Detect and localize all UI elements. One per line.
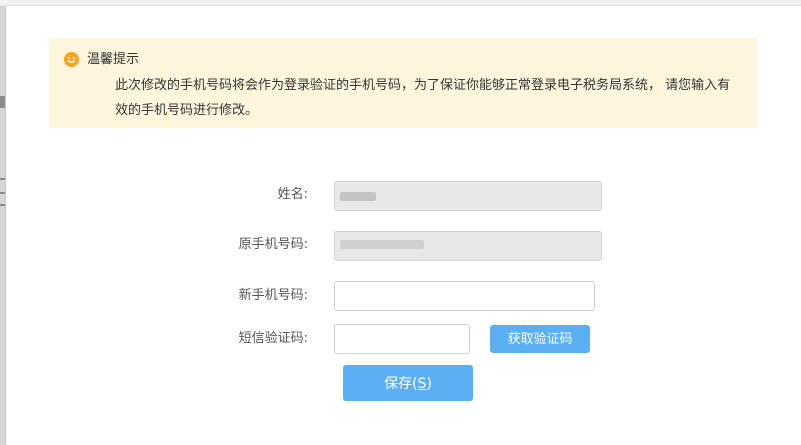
smile-face-icon	[64, 52, 79, 67]
save-button[interactable]: 保存(S)	[343, 365, 473, 401]
redacted-name	[340, 192, 376, 201]
sms-code-input[interactable]	[334, 324, 470, 354]
name-label: 姓名:	[277, 187, 308, 202]
background-window-edge	[0, 6, 6, 445]
new-phone-input[interactable]	[334, 281, 595, 311]
window-top-border	[0, 0, 801, 6]
edge-mark	[0, 192, 5, 194]
save-button-label: 保存(	[384, 376, 418, 392]
get-code-button[interactable]: 获取验证码	[490, 325, 590, 353]
notice-title: 温馨提示	[87, 52, 140, 67]
save-button-suffix: )	[426, 376, 432, 392]
edge-mark	[0, 178, 5, 180]
sms-code-label: 短信验证码:	[238, 331, 308, 346]
notice-message: 此次修改的手机号码将会作为登录验证的手机号码，为了保证你能够正常登录电子税务局系…	[115, 78, 731, 118]
warm-tip-notice: 温馨提示 此次修改的手机号码将会作为登录验证的手机号码，为了保证你能够正常登录电…	[49, 38, 757, 128]
new-phone-label: 新手机号码:	[238, 288, 308, 303]
redacted-phone	[340, 240, 424, 249]
old-phone-label: 原手机号码:	[238, 237, 308, 252]
edge-mark	[0, 96, 5, 108]
edge-mark	[0, 204, 5, 206]
